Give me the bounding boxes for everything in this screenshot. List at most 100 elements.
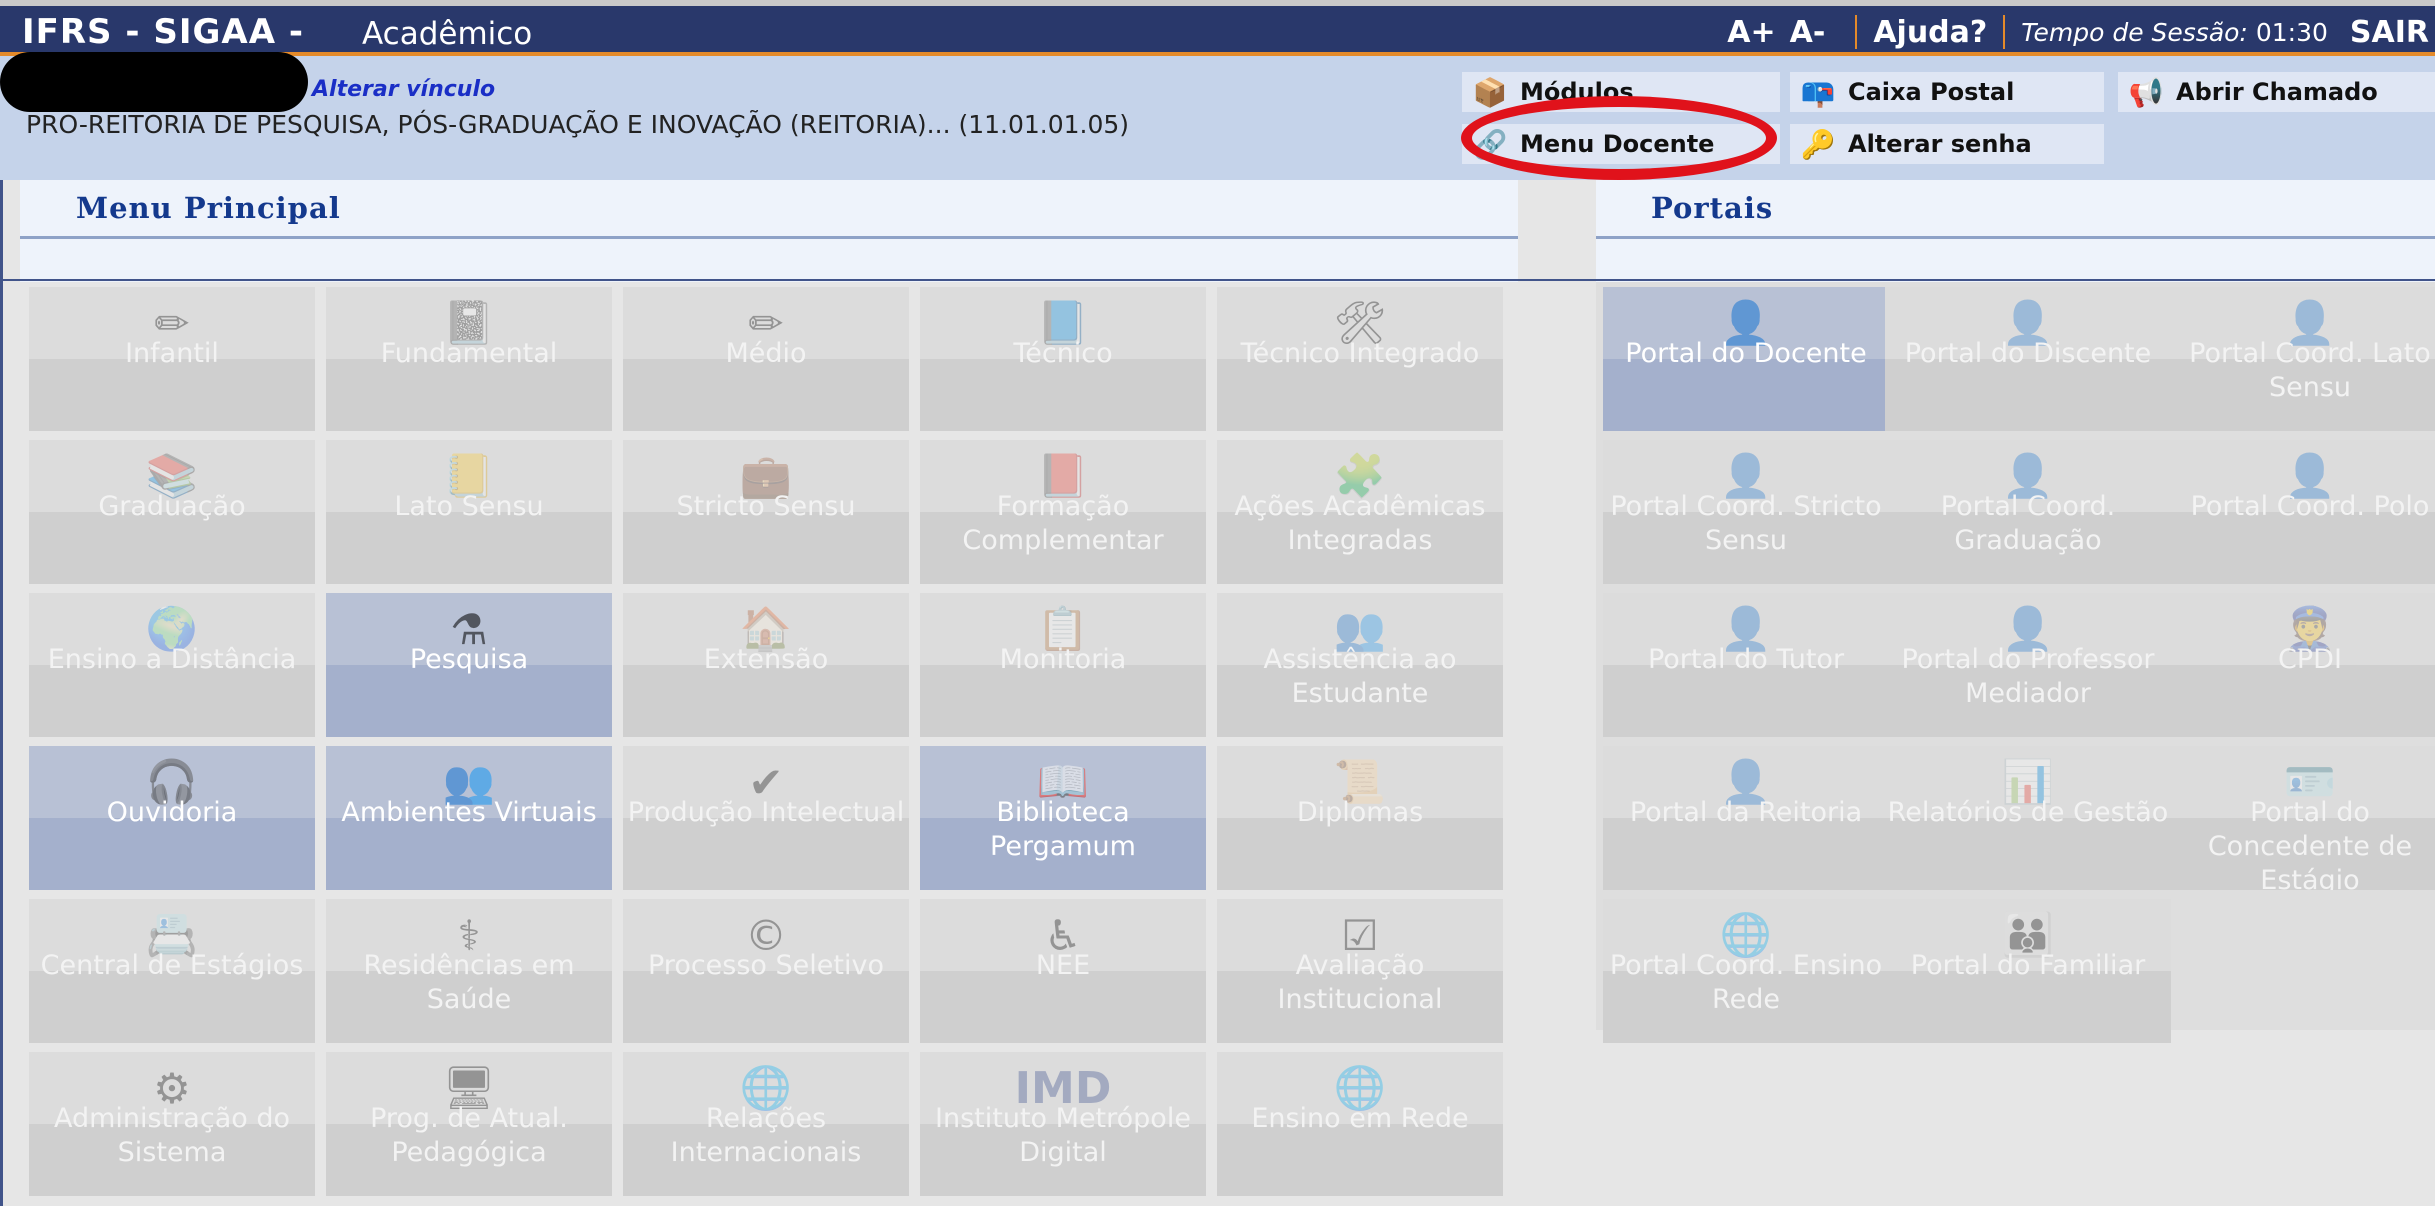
tile-label: Portal da Reitoria xyxy=(1629,797,1863,828)
mailbox-label: Caixa Postal xyxy=(1848,78,2015,106)
tile-label: Stricto Sensu xyxy=(676,491,856,522)
tile-label: Ambientes Virtuais xyxy=(341,797,597,828)
change-password-button[interactable]: 🔑 Alterar senha xyxy=(1790,124,2104,164)
menu-tile-avaliacao-institucional[interactable]: ☑ Avaliação Institucional xyxy=(1217,899,1503,1043)
tile-label: CPDI xyxy=(2278,644,2342,675)
main-menu-title: Menu Principal xyxy=(76,191,341,225)
tile-label: Portal Coord. Stricto Sensu xyxy=(1610,491,1882,556)
mailbox-icon: 📪 xyxy=(1800,75,1836,109)
menu-tile-ouvidoria[interactable]: 🎧 Ouvidoria xyxy=(29,746,315,890)
menu-tile-residencias-em-saude[interactable]: ⚕ Residências em Saúde xyxy=(326,899,612,1043)
tile-label: Biblioteca Pergamum xyxy=(990,797,1136,862)
tile-label: Extensão xyxy=(703,644,829,675)
portal-tile-cpdi[interactable]: 👮 CPDI xyxy=(2167,593,2435,737)
menu-tile-processo-seletivo[interactable]: © Processo Seletivo xyxy=(623,899,909,1043)
tile-label: Central de Estágios xyxy=(40,950,304,981)
tile-label: Prog. de Atual. Pedagógica xyxy=(370,1103,568,1168)
tile-label: Portal Coord. Graduação xyxy=(1940,491,2116,556)
tile-label: Lato Sensu xyxy=(394,491,544,522)
separator xyxy=(2003,15,2006,49)
portal-tile-portal-coord-graduacao[interactable]: 👤 Portal Coord. Graduação xyxy=(1885,440,2171,584)
mailbox-button[interactable]: 📪 Caixa Postal xyxy=(1790,72,2104,112)
menu-tile-producao-intelectual[interactable]: ✔ Produção Intelectual xyxy=(623,746,909,890)
tile-label: Graduação xyxy=(98,491,246,522)
tile-label: Ensino a Distância xyxy=(47,644,297,675)
tile-label: Portal Coord. Ensino Rede xyxy=(1609,950,1883,1015)
tile-label: Formação Complementar xyxy=(962,491,1164,556)
separator xyxy=(1855,15,1858,49)
menu-tile-central-de-estagios[interactable]: 📇 Central de Estágios xyxy=(29,899,315,1043)
portal-tile-portal-do-professor-mediador[interactable]: 👤 Portal do Professor Mediador xyxy=(1885,593,2171,737)
session-label: Tempo de Sessão: xyxy=(2021,17,2248,47)
portal-tile-portal-do-concedente-de-estagio[interactable]: 🪪 Portal do Concedente de Estágio xyxy=(2167,746,2435,890)
menu-tile-relacoes-internacionais[interactable]: 🌐 Relações Internacionais xyxy=(623,1052,909,1196)
user-unit: PRO-REITORIA DE PESQUISA, PÓS-GRADUAÇÃO … xyxy=(26,110,1130,139)
menu-tile-biblioteca-pergamum[interactable]: 📖 Biblioteca Pergamum xyxy=(920,746,1206,890)
tile-label: Fundamental xyxy=(380,338,558,369)
portal-tile-relatorios-de-gestao[interactable]: 📊 Relatórios de Gestão xyxy=(1885,746,2171,890)
header-rule xyxy=(0,279,2435,281)
menu-tile-fundamental[interactable]: 📓 Fundamental xyxy=(326,287,612,431)
portal-tile-portal-do-familiar[interactable]: 👪 Portal do Familiar xyxy=(1885,899,2171,1043)
box-icon: 📦 xyxy=(1472,75,1508,109)
menu-tile-instituto-metropole-digital[interactable]: IMD Instituto Metrópole Digital xyxy=(920,1052,1206,1196)
change-password-label: Alterar senha xyxy=(1848,130,2032,158)
tile-label: Assistência ao Estudante xyxy=(1263,644,1457,709)
tile-label: Residências em Saúde xyxy=(363,950,575,1015)
portal-tile-portal-coord-lato-sensu[interactable]: 👤 Portal Coord. Lato Sensu xyxy=(2167,287,2435,431)
help-link[interactable]: Ajuda? xyxy=(1873,15,1987,50)
menu-tile-assistencia-ao-estudante[interactable]: 👥 Assistência ao Estudante xyxy=(1217,593,1503,737)
top-bar-actions: A+ A- Ajuda? Tempo de Sessão: 01:30 SAIR xyxy=(1727,12,2435,52)
menu-tile-ensino-a-distancia[interactable]: 🌍 Ensino a Distância xyxy=(29,593,315,737)
highlight-circle xyxy=(1461,96,1777,180)
menu-tile-lato-sensu[interactable]: 📒 Lato Sensu xyxy=(326,440,612,584)
portal-tile-portal-do-tutor[interactable]: 👤 Portal do Tutor xyxy=(1603,593,1889,737)
font-decrease-button[interactable]: A- xyxy=(1790,15,1826,50)
tile-label: Infantil xyxy=(125,338,219,369)
menu-tile-formacao-complementar[interactable]: 📕 Formação Complementar xyxy=(920,440,1206,584)
menu-tile-prog-de-atual-pedagogica[interactable]: 🖥 Prog. de Atual. Pedagógica xyxy=(326,1052,612,1196)
tile-label: Técnico xyxy=(1013,338,1113,369)
portals-underline xyxy=(1596,236,2435,239)
menu-tile-nee[interactable]: ♿ NEE xyxy=(920,899,1206,1043)
open-ticket-button[interactable]: 📢 Abrir Chamado xyxy=(2118,72,2435,112)
menu-tile-administracao-do-sistema[interactable]: ⚙ Administração do Sistema xyxy=(29,1052,315,1196)
menu-tile-stricto-sensu[interactable]: 💼 Stricto Sensu xyxy=(623,440,909,584)
portal-tile-portal-do-discente[interactable]: 👤 Portal do Discente xyxy=(1885,287,2171,431)
tile-label: Portal do Docente xyxy=(1625,338,1867,369)
tile-label: Monitoria xyxy=(999,644,1127,675)
portal-tile-portal-coord-ensino-rede[interactable]: 🌐 Portal Coord. Ensino Rede xyxy=(1603,899,1889,1043)
tile-label: Processo Seletivo xyxy=(648,950,884,981)
menu-tile-ambientes-virtuais[interactable]: 👥 Ambientes Virtuais xyxy=(326,746,612,890)
tile-label: Portal do Professor Mediador xyxy=(1901,644,2155,709)
menu-tile-ensino-em-rede[interactable]: 🌐 Ensino em Rede xyxy=(1217,1052,1503,1196)
menu-tile-tecnico-integrado[interactable]: 🛠 Técnico Integrado xyxy=(1217,287,1503,431)
tile-label: Ensino em Rede xyxy=(1251,1103,1469,1134)
menu-tile-graduacao[interactable]: 📚 Graduação xyxy=(29,440,315,584)
portal-tile-portal-coord-stricto-sensu[interactable]: 👤 Portal Coord. Stricto Sensu xyxy=(1603,440,1889,584)
portal-tile-portal-coord-polo[interactable]: 👤 Portal Coord. Polo xyxy=(2167,440,2435,584)
tile-label: Ações Acadêmicas Integradas xyxy=(1234,491,1486,556)
exit-button[interactable]: SAIR xyxy=(2350,15,2429,50)
tile-label: Portal Coord. Lato Sensu xyxy=(2189,338,2431,403)
portal-tile-portal-do-docente[interactable]: 👤 Portal do Docente xyxy=(1603,287,1889,431)
menu-tile-infantil[interactable]: ✏ Infantil xyxy=(29,287,315,431)
font-increase-button[interactable]: A+ xyxy=(1727,15,1775,50)
menu-tile-diplomas[interactable]: 📜 Diplomas xyxy=(1217,746,1503,890)
tile-label: Produção Intelectual xyxy=(627,797,905,828)
tile-label: Portal Coord. Polo xyxy=(2190,491,2430,522)
main-menu-underline xyxy=(20,236,1518,239)
menu-tile-medio[interactable]: ✏ Médio xyxy=(623,287,909,431)
session-timer: 01:30 xyxy=(2255,17,2328,47)
menu-tile-acoes-academicas-integradas[interactable]: 🧩 Ações Acadêmicas Integradas xyxy=(1217,440,1503,584)
tile-label: Pesquisa xyxy=(409,644,529,675)
change-link-button[interactable]: Alterar vínculo xyxy=(312,77,495,102)
menu-tile-monitoria[interactable]: 📋 Monitoria xyxy=(920,593,1206,737)
open-ticket-label: Abrir Chamado xyxy=(2176,78,2378,106)
tile-label: NEE xyxy=(1035,950,1091,981)
portal-tile-portal-da-reitoria[interactable]: 👤 Portal da Reitoria xyxy=(1603,746,1889,890)
menu-tile-extensao[interactable]: 🏠 Extensão xyxy=(623,593,909,737)
menu-tile-tecnico[interactable]: 📘 Técnico xyxy=(920,287,1206,431)
system-name: IFRS - SIGAA - xyxy=(22,12,304,52)
menu-tile-pesquisa[interactable]: ⚗ Pesquisa xyxy=(326,593,612,737)
